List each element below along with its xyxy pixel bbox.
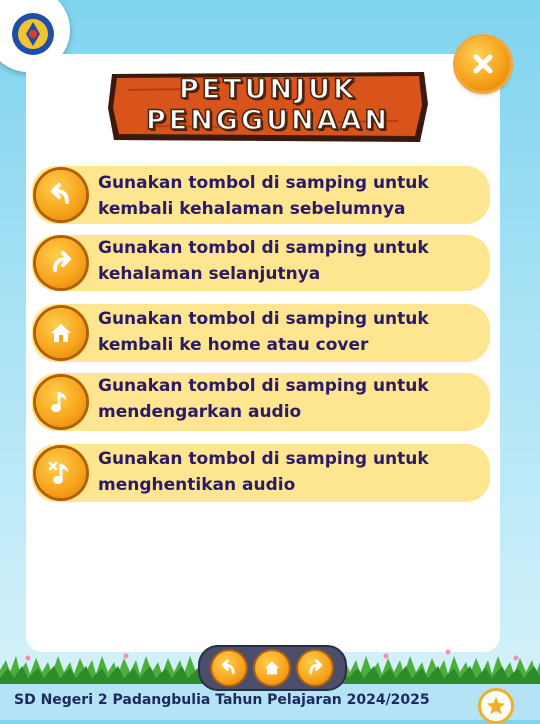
back-button[interactable] bbox=[36, 170, 86, 220]
close-button[interactable] bbox=[456, 37, 510, 91]
home-icon bbox=[51, 324, 71, 342]
stop-audio-button[interactable] bbox=[36, 448, 86, 498]
instruction-text: Gunakan tombol di samping untuk kembali … bbox=[98, 309, 429, 355]
nav-back-button[interactable] bbox=[212, 651, 246, 685]
page-title: PETUNJUK PENGGUNAAN bbox=[108, 73, 428, 137]
star-badge bbox=[478, 688, 514, 724]
back-arrow-icon bbox=[51, 183, 69, 204]
instruction-text: Gunakan tombol di samping untuk kehalama… bbox=[98, 238, 429, 284]
instruction-text: Gunakan tombol di samping untuk menghent… bbox=[98, 449, 429, 495]
title-line-1: PETUNJUK bbox=[178, 73, 358, 106]
footer-text: SD Negeri 2 Padangbulia Tahun Pelajaran … bbox=[14, 692, 430, 708]
back-arrow-icon bbox=[221, 659, 235, 675]
music-mute-icon bbox=[48, 461, 69, 484]
nav-home-button[interactable] bbox=[255, 651, 289, 685]
instruction-text: Gunakan tombol di samping untuk mendenga… bbox=[98, 376, 429, 422]
title-board: PETUNJUK PENGGUNAAN bbox=[108, 70, 428, 143]
play-audio-button[interactable] bbox=[36, 377, 86, 427]
title-line-2: PENGGUNAAN bbox=[145, 104, 391, 137]
home-button[interactable] bbox=[36, 308, 86, 358]
instruction-text: Gunakan tombol di samping untuk kembali … bbox=[98, 173, 429, 219]
next-button[interactable] bbox=[36, 238, 86, 288]
instruction-item-home: Gunakan tombol di samping untuk kembali … bbox=[32, 304, 490, 362]
star-icon bbox=[487, 697, 505, 715]
instruction-item-play-audio: Gunakan tombol di samping untuk mendenga… bbox=[32, 373, 490, 431]
instruction-item-stop-audio: Gunakan tombol di samping untuk menghent… bbox=[32, 444, 490, 502]
music-note-icon bbox=[51, 392, 67, 412]
bottom-nav-bar bbox=[198, 645, 347, 691]
crest-icon bbox=[12, 13, 54, 55]
home-icon bbox=[264, 661, 280, 675]
nav-next-button[interactable] bbox=[298, 651, 332, 685]
next-arrow-icon bbox=[309, 659, 323, 675]
instruction-item-back: Gunakan tombol di samping untuk kembali … bbox=[32, 166, 490, 224]
next-arrow-icon bbox=[53, 251, 71, 272]
instruction-item-next: Gunakan tombol di samping untuk kehalama… bbox=[32, 235, 490, 291]
close-icon bbox=[473, 54, 493, 74]
